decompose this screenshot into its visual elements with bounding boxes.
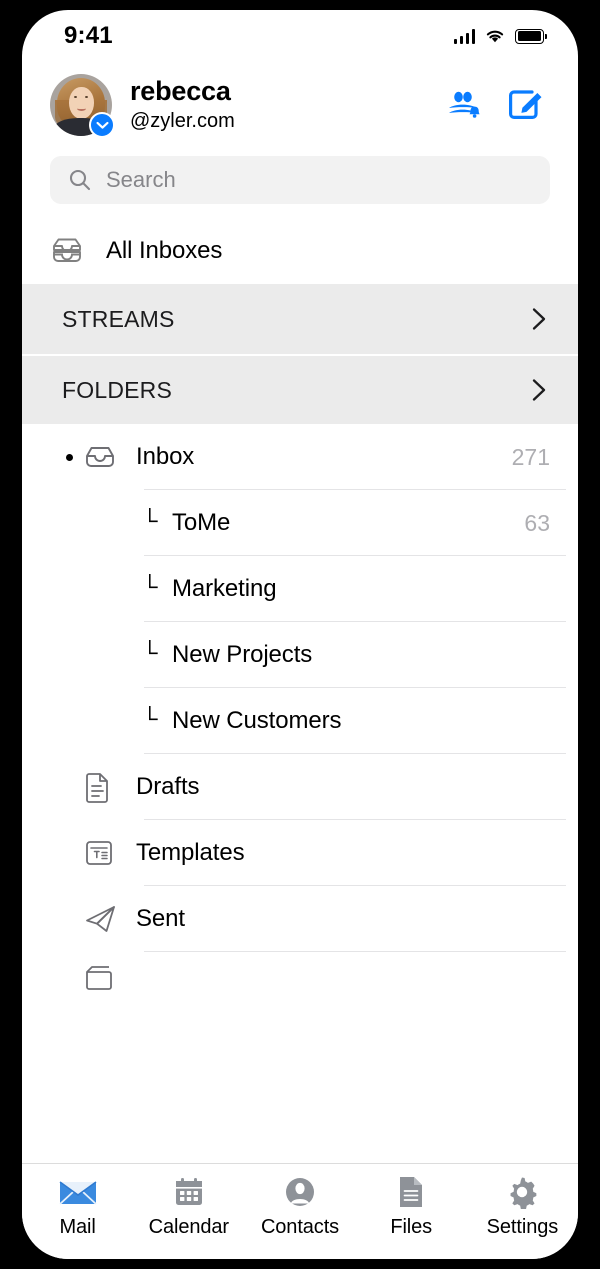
templates-icon (84, 838, 126, 868)
battery-full-icon (515, 28, 548, 44)
account-text: rebecca @zyler.com (130, 76, 448, 133)
status-bar: 9:41 (22, 10, 578, 62)
tab-contacts[interactable]: Contacts (244, 1175, 355, 1239)
sidebar-item-label: Templates (136, 839, 245, 866)
tab-label: Mail (59, 1215, 96, 1238)
search-input[interactable] (106, 167, 532, 193)
contacts-notify-icon[interactable] (448, 90, 482, 120)
sidebar-item-label: All Inboxes (106, 237, 223, 264)
tab-mail[interactable]: Mail (22, 1175, 133, 1239)
tab-label: Files (390, 1215, 433, 1238)
sidebar-item-inbox[interactable]: Inbox 271 (22, 424, 578, 490)
tab-files[interactable]: Files (356, 1175, 467, 1239)
chevron-right-icon (532, 308, 546, 330)
compose-icon[interactable] (508, 88, 544, 122)
sidebar-item-label: Drafts (136, 773, 200, 800)
tab-settings[interactable]: Settings (467, 1175, 578, 1239)
tab-label: Settings (486, 1215, 559, 1238)
tree-branch-icon: └ (142, 640, 158, 665)
chevron-down-badge-icon[interactable] (89, 112, 115, 138)
sidebar-item-drafts[interactable]: Drafts (22, 754, 578, 820)
cellular-bars-icon (453, 28, 475, 44)
tab-label: Calendar (148, 1215, 229, 1238)
mail-envelope-icon (58, 1175, 98, 1209)
unread-count: 271 (511, 443, 550, 470)
phone-frame: 9:41 rebecca @zyler.com Search All Inbox… (0, 0, 600, 1269)
tree-branch-icon: └ (142, 706, 158, 731)
sidebar-item-new-customers[interactable]: └ New Customers (22, 688, 578, 754)
section-label: FOLDERS (62, 376, 173, 403)
sidebar-item-sent[interactable]: Sent (22, 886, 578, 952)
account-handle: @zyler.com (130, 109, 235, 132)
search-box[interactable] (50, 156, 550, 204)
sidebar-item-templates[interactable]: Templates (22, 820, 578, 886)
sent-plane-icon (84, 903, 126, 935)
sidebar-item-label: Inbox (136, 443, 195, 470)
files-doc-icon (397, 1175, 425, 1209)
status-indicators (453, 28, 548, 44)
sidebar-item-new-projects[interactable]: └ New Projects (22, 622, 578, 688)
phone-screen: 9:41 rebecca @zyler.com Search All Inbox… (22, 10, 578, 1259)
sidebar-item-tome[interactable]: └ ToMe 63 (22, 490, 578, 556)
search-container (22, 150, 578, 218)
drafts-doc-icon (84, 771, 126, 803)
unread-dot-icon (66, 453, 84, 461)
wifi-icon (486, 30, 504, 43)
mailbox-list: All Inboxes STREAMS FOLDERS Inbox 271 └ … (22, 218, 578, 1163)
tab-calendar[interactable]: Calendar (133, 1175, 244, 1239)
account-name: rebecca (130, 76, 231, 107)
folder-icon (84, 964, 126, 992)
status-time: 9:41 (64, 22, 113, 49)
inbox-tray-icon (84, 444, 126, 470)
unread-count: 63 (524, 509, 550, 536)
sidebar-item-partial[interactable] (22, 952, 578, 996)
section-streams[interactable]: STREAMS (22, 284, 578, 354)
tree-branch-icon: └ (142, 508, 158, 533)
sidebar-item-label: New Projects (172, 641, 313, 668)
section-folders[interactable]: FOLDERS (22, 354, 578, 424)
sidebar-item-marketing[interactable]: └ Marketing (22, 556, 578, 622)
gear-icon (505, 1175, 539, 1209)
section-label: STREAMS (62, 305, 175, 332)
contacts-person-icon (283, 1175, 317, 1209)
sidebar-item-label: Marketing (172, 575, 277, 602)
sidebar-item-label: ToMe (172, 509, 231, 536)
sidebar-item-all-inboxes[interactable]: All Inboxes (22, 218, 578, 284)
tab-label: Contacts (260, 1215, 340, 1238)
account-header: rebecca @zyler.com (22, 62, 578, 150)
sidebar-item-label: Sent (136, 905, 185, 932)
chevron-right-icon (532, 379, 546, 401)
all-inboxes-tray-icon (50, 236, 96, 266)
bottom-tab-bar: Mail Calendar Contacts Files Settings (22, 1163, 578, 1259)
sidebar-item-label: New Customers (172, 707, 342, 734)
avatar[interactable] (50, 74, 115, 138)
header-actions (448, 88, 544, 122)
tree-branch-icon: └ (142, 574, 158, 599)
search-icon (69, 169, 91, 191)
calendar-icon (173, 1175, 205, 1209)
